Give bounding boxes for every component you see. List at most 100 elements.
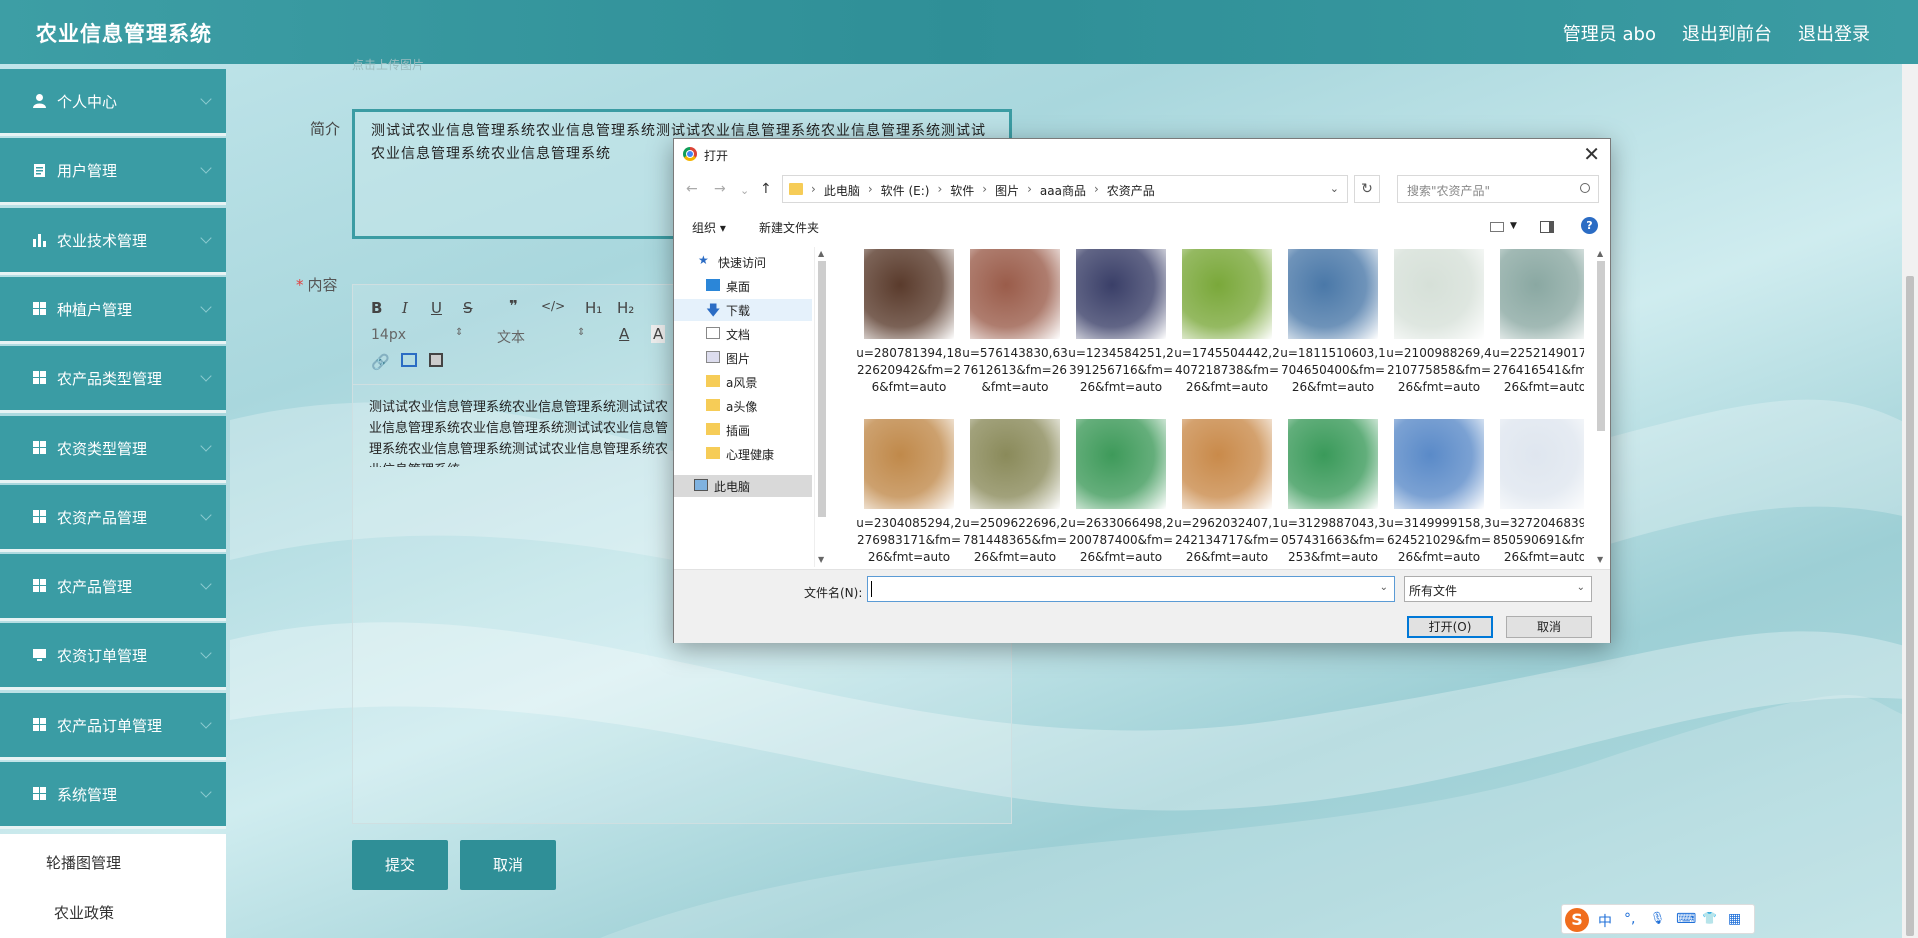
tree-scrollbar[interactable]: ▲ ▼ — [814, 247, 828, 567]
tree-item[interactable]: 🡇 下载 — [674, 299, 812, 321]
sidebar-item[interactable]: 农资产品管理 — [0, 484, 226, 552]
sidebar-item[interactable]: 农产品订单管理 — [0, 692, 226, 760]
file-item[interactable]: u=2304085294,2276983171&fm=26&fmt=auto — [854, 419, 962, 569]
page-scrollbar-thumb[interactable] — [1906, 276, 1914, 936]
file-item[interactable]: u=1811510603,1704650400&fm=26&fmt=auto — [1278, 249, 1386, 419]
underline-button[interactable]: U — [431, 299, 442, 317]
punctuation-icon[interactable]: °, — [1624, 911, 1635, 927]
font-type-select[interactable]: 文本 — [497, 327, 525, 347]
sidebar-item[interactable]: 种植户管理 — [0, 276, 226, 344]
scroll-up-icon[interactable]: ▲ — [1597, 249, 1603, 258]
sogou-logo-icon[interactable]: S — [1565, 908, 1589, 932]
file-item[interactable]: u=3149999158,3624521029&fm=26&fmt=auto — [1384, 419, 1492, 569]
files-scrollbar-thumb[interactable] — [1597, 261, 1605, 431]
tree-item[interactable]: ★ 快速访问 — [674, 251, 812, 273]
italic-button[interactable]: I — [402, 299, 408, 317]
tree-item[interactable]: 图片 — [674, 347, 812, 369]
files-scrollbar[interactable]: ▲ ▼ — [1594, 247, 1608, 567]
page-scrollbar[interactable] — [1902, 64, 1918, 938]
close-icon[interactable]: ✕ — [1583, 142, 1600, 166]
admin-user-link[interactable]: 管理员 abo — [1563, 20, 1656, 46]
file-item[interactable]: u=576143830,637612613&fm=26&fmt=auto — [960, 249, 1068, 419]
sidebar-item[interactable]: 农资类型管理 — [0, 415, 226, 483]
file-item[interactable]: u=2100988269,4210775858&fm=26&fmt=auto — [1384, 249, 1492, 419]
file-item[interactable]: u=3129887043,3057431663&fm=253&fmt=auto — [1278, 419, 1386, 569]
tree-item[interactable]: 心理健康 — [674, 443, 812, 465]
sidebar-item[interactable]: 个人中心 — [0, 69, 226, 136]
preview-pane-icon[interactable] — [1540, 221, 1554, 233]
filetype-select[interactable]: 所有文件 ⌄ — [1404, 576, 1592, 602]
tree-item[interactable]: a风景 — [674, 371, 812, 393]
logout-link[interactable]: 退出登录 — [1798, 20, 1870, 46]
video-icon[interactable] — [429, 353, 443, 367]
sidebar-item[interactable]: 农产品类型管理 — [0, 346, 226, 414]
search-input[interactable]: 搜索"农资产品" — [1397, 175, 1599, 203]
dialog-cancel-button[interactable]: 取消 — [1506, 616, 1592, 638]
address-bar[interactable]: › 此电脑 › 软件 (E:) › 软件 › 图片 › aaa商品 › 农资产品 ⌄ — [782, 175, 1348, 203]
scroll-up-icon[interactable]: ▲ — [818, 249, 824, 258]
back-arrow-icon[interactable]: ← — [686, 181, 698, 197]
breadcrumb-item[interactable]: 软件 (E:) — [881, 182, 930, 199]
file-item[interactable]: u=1745504442,2407218738&fm=26&fmt=auto — [1172, 249, 1280, 419]
h1-button[interactable]: H₁ — [585, 299, 602, 317]
h2-button[interactable]: H₂ — [617, 299, 634, 317]
submit-button[interactable]: 提交 — [352, 840, 448, 890]
scroll-down-icon[interactable]: ▼ — [1597, 555, 1603, 564]
skin-icon[interactable]: 👕 — [1702, 911, 1717, 925]
ime-mode-toggle[interactable]: 中 — [1598, 911, 1612, 931]
file-item[interactable]: u=2633066498,2200787400&fm=26&fmt=auto — [1066, 419, 1174, 569]
font-size-select[interactable]: 14px — [371, 327, 406, 343]
chevron-down-icon[interactable]: ⌄ — [1380, 582, 1388, 593]
breadcrumb-item[interactable]: 软件 — [950, 182, 974, 199]
refresh-icon[interactable]: ↻ — [1354, 175, 1380, 203]
breadcrumb-item[interactable]: aaa商品 — [1040, 182, 1086, 199]
new-folder-button[interactable]: 新建文件夹 — [759, 219, 819, 236]
submenu-item[interactable]: 轮播图管理 — [46, 852, 121, 873]
font-color-button[interactable]: A — [619, 325, 629, 343]
recent-chevron-icon[interactable]: ⌄ — [740, 184, 749, 197]
open-button[interactable]: 打开(O) — [1407, 616, 1493, 638]
up-arrow-icon[interactable]: ↑ — [760, 181, 772, 197]
quote-button[interactable]: ❞ — [509, 297, 518, 315]
code-button[interactable]: </> — [541, 299, 565, 313]
image-icon[interactable] — [401, 353, 417, 367]
submenu-item[interactable]: 农业政策 — [54, 902, 114, 923]
sidebar-item[interactable]: 农业技术管理 — [0, 207, 226, 275]
tree-scrollbar-thumb[interactable] — [818, 261, 826, 517]
bg-color-button[interactable]: A — [651, 325, 666, 343]
microphone-icon[interactable]: 🎙 — [1650, 911, 1665, 925]
file-item[interactable]: u=2252149017,2276416541&fm=26&fmt=auto — [1490, 249, 1584, 419]
file-item[interactable]: u=2962032407,1242134717&fm=26&fmt=auto — [1172, 419, 1280, 569]
tree-item[interactable]: 桌面 — [674, 275, 812, 297]
breadcrumb-item[interactable]: 此电脑 — [824, 182, 860, 199]
organize-menu[interactable]: 组织 ▾ — [692, 219, 726, 236]
sidebar-item[interactable]: 农产品管理 — [0, 554, 226, 622]
file-item[interactable]: u=2509622696,2781448365&fm=26&fmt=auto — [960, 419, 1068, 569]
sidebar-item[interactable]: 系统管理 — [0, 762, 226, 829]
help-icon[interactable]: ? — [1581, 217, 1598, 234]
cancel-button[interactable]: 取消 — [460, 840, 556, 890]
tree-item[interactable]: 插画 — [674, 419, 812, 441]
chevron-down-icon[interactable]: ⌄ — [1330, 182, 1339, 195]
ime-menu-icon[interactable]: ▦ — [1728, 911, 1741, 927]
bold-button[interactable]: B — [371, 299, 382, 317]
file-item[interactable]: u=280781394,1822620942&fm=26&fmt=auto — [854, 249, 962, 419]
front-page-link[interactable]: 退出到前台 — [1682, 20, 1772, 46]
breadcrumb-item[interactable]: 农资产品 — [1107, 182, 1155, 199]
tree-item[interactable]: 此电脑 — [674, 475, 812, 497]
tree-item[interactable]: a头像 — [674, 395, 812, 417]
scroll-down-icon[interactable]: ▼ — [818, 555, 824, 564]
file-item[interactable]: u=1234584251,2391256716&fm=26&fmt=auto — [1066, 249, 1174, 419]
strike-button[interactable]: S — [463, 299, 473, 317]
file-item[interactable]: u=3272046839,1850590691&fm=26&fmt=auto — [1490, 419, 1584, 569]
keyboard-icon[interactable]: ⌨ — [1676, 911, 1696, 927]
sidebar-item[interactable]: 用户管理 — [0, 138, 226, 206]
breadcrumb-item[interactable]: 图片 — [995, 182, 1019, 199]
editor-content[interactable]: 测试试农业信息管理系统农业信息管理系统测试试农业信息管理系统农业信息管理系统测试… — [369, 397, 679, 467]
forward-arrow-icon[interactable]: → — [714, 181, 726, 197]
link-icon[interactable]: 🔗 — [371, 353, 390, 371]
view-icon[interactable] — [1490, 222, 1504, 232]
filename-input[interactable]: ⌄ — [867, 576, 1395, 602]
view-dropdown-icon[interactable]: ▼ — [1510, 221, 1517, 231]
tree-item[interactable]: 文档 — [674, 323, 812, 345]
